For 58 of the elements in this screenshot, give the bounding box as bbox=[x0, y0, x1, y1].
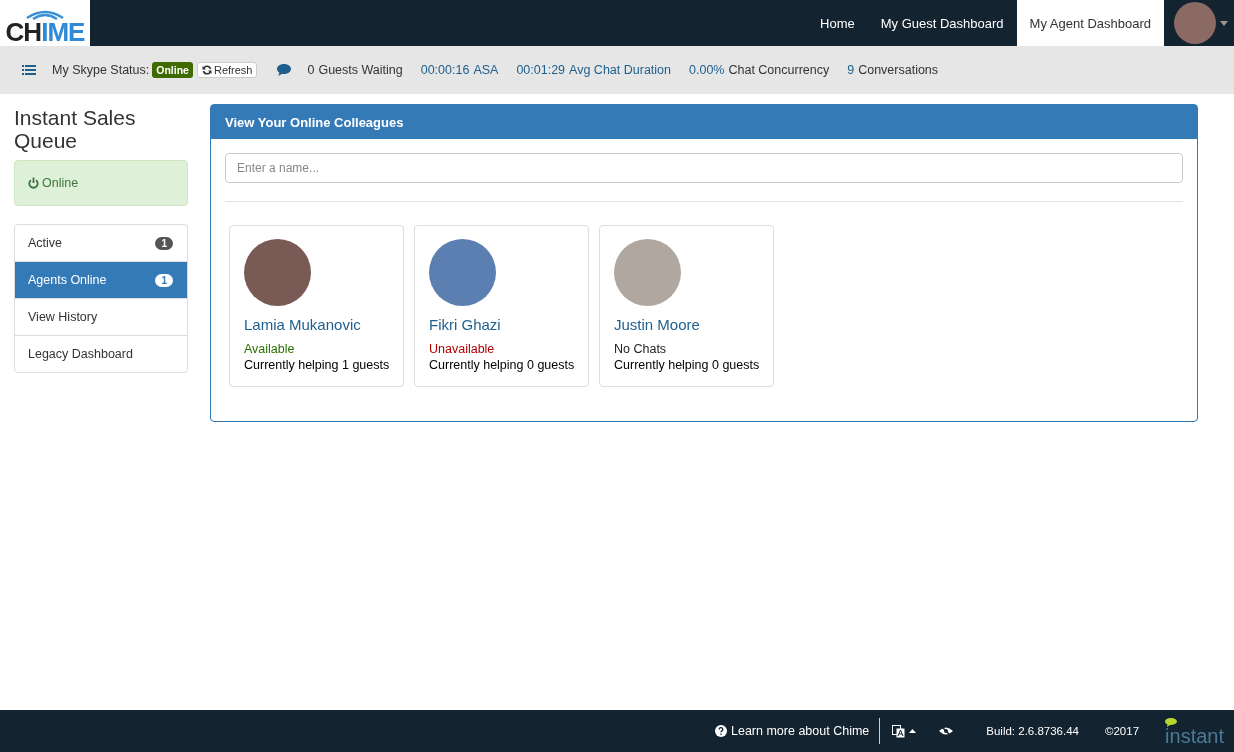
colleague-card[interactable]: Lamia Mukanovic Available Currently helping 1 guests bbox=[229, 225, 404, 387]
power-icon bbox=[28, 177, 39, 189]
colleague-card[interactable]: Fikri Ghazi Unavailable Currently helping 0 guests bbox=[414, 225, 589, 387]
panel-header: View Your Online Colleagues bbox=[211, 105, 1197, 139]
stat-value: 0.00% bbox=[689, 63, 725, 77]
count-badge: 1 bbox=[155, 273, 173, 287]
sidebar-item-label: Agents Online bbox=[28, 273, 107, 287]
availability-status: No Chats bbox=[614, 341, 667, 357]
colleague-name[interactable]: Lamia Mukanovic bbox=[244, 316, 389, 333]
stat-label: Avg Chat Duration bbox=[569, 63, 671, 77]
stat-value: 9 bbox=[847, 63, 855, 77]
instant-logo: instant bbox=[1165, 717, 1224, 745]
copyright-text: ©2017 bbox=[1105, 725, 1140, 737]
availability-status: Available bbox=[244, 341, 295, 357]
hidden-eye-icon[interactable] bbox=[938, 725, 955, 737]
nav-tab[interactable]: My Agent Dashboard bbox=[1016, 0, 1164, 46]
nav-tab[interactable]: My Guest Dashboard bbox=[867, 0, 1017, 46]
refresh-button[interactable]: Refresh bbox=[196, 62, 258, 78]
learn-more-link[interactable]: Learn more about Chime bbox=[715, 718, 881, 744]
avatar-placeholder[interactable] bbox=[1174, 2, 1216, 44]
refresh-icon bbox=[201, 65, 212, 75]
build-version: Build: 2.6.8736.44 bbox=[986, 725, 1079, 737]
guest-count: Currently helping 0 guests bbox=[614, 357, 760, 373]
sidebar-item[interactable]: Legacy Dashboard bbox=[15, 335, 187, 372]
stat-value: 0 bbox=[307, 63, 315, 77]
guest-count: Currently helping 1 guests bbox=[244, 357, 390, 373]
sidebar-item[interactable]: View History bbox=[15, 298, 187, 335]
chat-bubble-icon bbox=[277, 64, 292, 76]
guest-count: Currently helping 0 guests bbox=[429, 357, 575, 373]
stat-value: 00:00:16 bbox=[420, 63, 470, 77]
queue-title: Instant Sales Queue bbox=[14, 105, 137, 152]
colleague-name[interactable]: Justin Moore bbox=[614, 316, 759, 333]
stat-label: Guests Waiting bbox=[318, 63, 403, 77]
count-badge: 1 bbox=[155, 236, 173, 250]
speech-bubble-icon bbox=[1165, 717, 1178, 727]
status-badge: Online bbox=[152, 62, 193, 78]
status-label: My Skype Status: bbox=[52, 63, 150, 77]
name-search-field[interactable]: Enter a name... bbox=[225, 153, 1183, 183]
colleague-name[interactable]: Fikri Ghazi bbox=[429, 316, 574, 333]
stat-label: Chat Concurrency bbox=[728, 63, 830, 77]
list-icon[interactable] bbox=[22, 64, 36, 76]
caret-icon[interactable] bbox=[909, 729, 917, 733]
chime-logo: CHIME bbox=[0, 0, 90, 46]
availability-status: Unavailable bbox=[429, 341, 495, 357]
sidebar-item[interactable]: Agents Online 1 bbox=[15, 261, 187, 298]
sidebar-item-label: Legacy Dashboard bbox=[28, 347, 133, 361]
online-status: Online bbox=[14, 160, 188, 206]
sidebar-item[interactable]: Active 1 bbox=[15, 225, 187, 261]
help-icon bbox=[715, 725, 727, 737]
sidebar-item-label: View History bbox=[28, 310, 98, 324]
caret-icon[interactable] bbox=[1220, 20, 1228, 26]
stat-label: ASA bbox=[473, 63, 499, 77]
stat-label: Conversations bbox=[858, 63, 939, 77]
nav-tab[interactable]: Home bbox=[807, 0, 868, 46]
sidebar-item-label: Active bbox=[28, 236, 63, 250]
translate-icon[interactable] bbox=[892, 724, 906, 738]
stat-value: 00:01:29 bbox=[516, 63, 566, 77]
colleague-card[interactable]: Justin Moore No Chats Currently helping 0 guests bbox=[599, 225, 774, 387]
